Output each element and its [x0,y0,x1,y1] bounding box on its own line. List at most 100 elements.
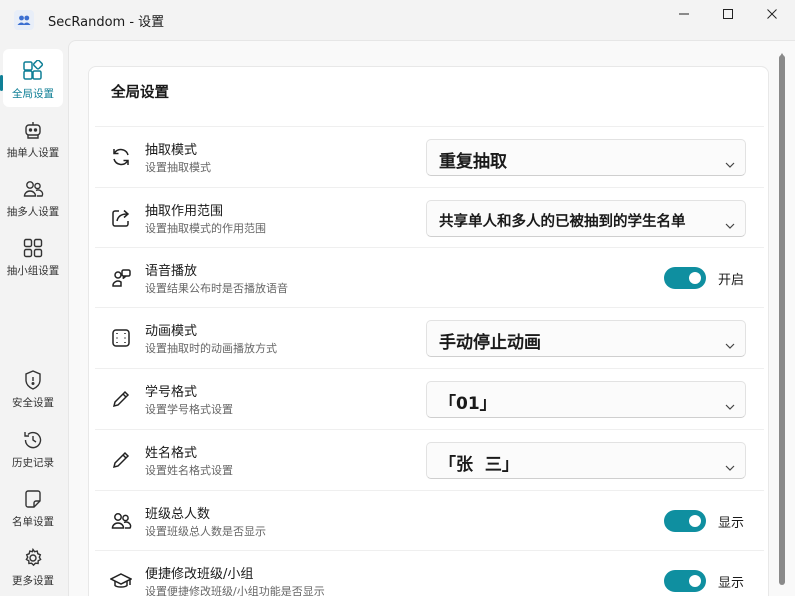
maximize-icon [722,5,734,24]
setting-title: 抽取模式 [145,143,198,158]
robot-icon [22,119,44,141]
window-title: SecRandom - 设置 [48,15,165,30]
note-icon [22,488,44,510]
sidebar: 全局设置 抽单人设置 抽多人设置 抽小组设置 安全设置 历史记录 名单设置 更多… [0,40,68,596]
setting-row-name-format: 姓名格式 设置姓名格式设置 「张 三」 [95,429,764,489]
minimize-button[interactable] [661,0,707,28]
dropdown-value: 共享单人和多人的已被抽到的学生名单 [439,214,686,230]
speech-icon [109,266,133,290]
gear-icon [22,547,44,569]
setting-description: 设置便捷修改班级/小组功能是否显示 [145,585,325,596]
setting-row-animation: 动画模式 设置抽取时的动画播放方式 手动停止动画 [95,307,764,367]
group-grid-icon [22,237,44,259]
setting-title: 学号格式 [145,385,198,400]
class-count-toggle[interactable] [664,510,706,532]
voice-toggle[interactable] [664,267,706,289]
dropdown-value: 「张 三」 [439,455,519,475]
scrollbar-thumb[interactable] [779,55,785,585]
sidebar-item-label: 抽多人设置 [6,206,60,218]
sidebar-item-label: 更多设置 [12,575,54,587]
sidebar-item-history[interactable]: 历史记录 [3,418,63,476]
toggle-knob [689,515,701,527]
sidebar-item-more-settings[interactable]: 更多设置 [3,536,63,594]
refresh-icon [109,145,133,169]
sidebar-item-label: 抽小组设置 [6,265,60,277]
chevron-down-icon [725,335,735,349]
people-icon [22,178,44,200]
sidebar-item-roster[interactable]: 名单设置 [3,477,63,535]
id-format-dropdown[interactable]: 「01」 [426,381,746,418]
close-icon [766,5,778,24]
setting-row-quick-edit: 便捷修改班级/小组 设置便捷修改班级/小组功能是否显示 显示 [95,550,764,596]
history-icon [22,429,44,451]
sidebar-item-security[interactable]: 安全设置 [3,358,63,416]
dropdown-value: 重复抽取 [439,152,507,172]
sidebar-item-label: 历史记录 [12,457,54,469]
toggle-knob [689,575,701,587]
settings-card: 全局设置 抽取模式 设置抽取模式 重复抽取 抽取作用范围 设置抽取模式的作用范围… [88,66,769,596]
setting-description: 设置班级总人数是否显示 [145,525,266,538]
sidebar-item-group-draw[interactable]: 抽小组设置 [3,226,63,284]
setting-row-voice: 语音播放 设置结果公布时是否播放语音 开启 [95,247,764,307]
setting-title: 语音播放 [145,264,198,279]
active-indicator [0,75,3,91]
setting-title: 抽取作用范围 [145,204,224,219]
sidebar-item-label: 安全设置 [12,397,54,409]
sidebar-item-multi-draw[interactable]: 抽多人设置 [3,167,63,225]
page-title: 全局设置 [111,85,169,101]
setting-description: 设置结果公布时是否播放语音 [145,282,288,295]
sidebar-item-label: 抽单人设置 [6,147,60,159]
maximize-button[interactable] [705,0,751,28]
draw-scope-dropdown[interactable]: 共享单人和多人的已被抽到的学生名单 [426,200,746,237]
shield-icon [22,369,44,391]
quick-edit-toggle[interactable] [664,570,706,592]
draw-mode-dropdown[interactable]: 重复抽取 [426,139,746,176]
sidebar-item-single-draw[interactable]: 抽单人设置 [3,108,63,166]
scroll-down-arrow-icon[interactable] [778,587,786,595]
chevron-down-icon [725,457,735,471]
graduation-cap-icon [109,569,133,593]
sidebar-item-label: 全局设置 [12,88,54,100]
sidebar-item-global-settings[interactable]: 全局设置 [0,49,63,107]
setting-row-id-format: 学号格式 设置学号格式设置 「01」 [95,368,764,428]
setting-title: 姓名格式 [145,446,198,461]
setting-description: 设置抽取模式的作用范围 [145,222,266,235]
toggle-label: 显示 [718,575,745,591]
toggle-label: 开启 [718,272,745,288]
setting-title: 便捷修改班级/小组 [145,567,254,582]
minimize-icon [678,5,690,24]
scroll-up-arrow-icon[interactable] [778,45,786,58]
share-icon [109,206,133,230]
pen-icon [109,387,133,411]
dropdown-value: 「01」 [439,394,497,414]
toggle-label: 显示 [718,515,745,531]
film-icon [109,326,133,350]
pen-icon [109,448,133,472]
setting-title: 动画模式 [145,324,198,339]
animation-mode-dropdown[interactable]: 手动停止动画 [426,320,746,357]
grid-icon [22,60,44,82]
people-icon [109,509,133,533]
setting-title: 班级总人数 [145,507,211,522]
title-bar: SecRandom - 设置 [0,0,795,40]
setting-row-draw-mode: 抽取模式 设置抽取模式 重复抽取 [95,126,764,186]
setting-row-draw-scope: 抽取作用范围 设置抽取模式的作用范围 共享单人和多人的已被抽到的学生名单 [95,187,764,247]
chevron-down-icon [725,154,735,168]
chevron-down-icon [725,396,735,410]
dropdown-value: 手动停止动画 [439,333,541,353]
setting-row-class-count: 班级总人数 设置班级总人数是否显示 显示 [95,490,764,550]
name-format-dropdown[interactable]: 「张 三」 [426,442,746,479]
class-count-toggle-wrap: 显示 [664,510,744,532]
toggle-knob [689,272,701,284]
setting-description: 设置姓名格式设置 [145,464,233,477]
setting-description: 设置学号格式设置 [145,403,233,416]
setting-description: 设置抽取模式 [145,161,211,174]
sidebar-item-label: 名单设置 [12,516,54,528]
setting-description: 设置抽取时的动画播放方式 [145,342,277,355]
app-people-icon [14,10,34,30]
voice-toggle-wrap: 开启 [664,267,744,289]
chevron-down-icon [725,215,735,229]
vertical-scrollbar[interactable] [778,53,786,591]
settings-content: 全局设置 抽取模式 设置抽取模式 重复抽取 抽取作用范围 设置抽取模式的作用范围… [68,40,795,596]
close-button[interactable] [749,0,795,28]
